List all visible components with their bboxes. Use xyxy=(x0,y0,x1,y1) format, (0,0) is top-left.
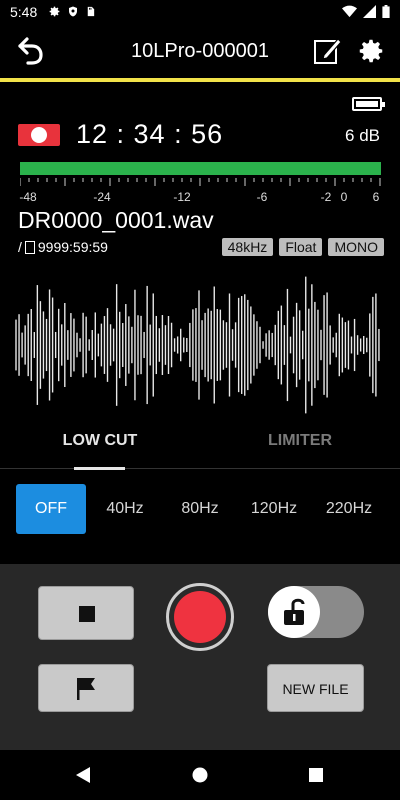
level-readout: 6 dB xyxy=(345,126,380,145)
accent-divider xyxy=(0,78,400,82)
wifi-icon xyxy=(342,5,357,18)
level-meter-ticks xyxy=(20,178,381,186)
system-nav-bar xyxy=(0,750,400,800)
gear-icon xyxy=(49,6,60,17)
record-icon xyxy=(174,591,226,643)
home-circle-icon[interactable] xyxy=(191,766,209,784)
bit-depth-badge: Float xyxy=(279,238,323,256)
settings-tabs: LOW CUT LIMITER xyxy=(0,420,400,468)
sample-rate-badge: 48kHz xyxy=(221,238,274,256)
status-bar: 5:48 xyxy=(0,0,400,24)
recents-square-icon[interactable] xyxy=(307,766,325,784)
low-cut-off-button[interactable]: OFF xyxy=(16,484,86,534)
level-meter-scale: -48 -24 -12 -6 -2 0 6 xyxy=(0,190,400,204)
low-cut-40hz-button[interactable]: 40Hz xyxy=(90,484,160,534)
new-file-label: NEW FILE xyxy=(282,681,349,697)
new-file-button[interactable]: NEW FILE xyxy=(267,664,364,712)
scale-label: -2 xyxy=(320,190,332,204)
tab-limiter[interactable]: LIMITER xyxy=(200,432,400,450)
tab-active-indicator xyxy=(74,467,125,470)
low-cut-220hz-button[interactable]: 220Hz xyxy=(312,484,386,534)
back-triangle-icon[interactable] xyxy=(74,766,92,784)
scale-label: 0 xyxy=(340,190,348,204)
stop-icon xyxy=(79,606,95,622)
format-badges: 48kHz Float MONO xyxy=(221,238,384,256)
record-button[interactable] xyxy=(166,583,234,651)
file-name: DR0000_0001.wav xyxy=(18,207,214,233)
lock-toggle[interactable] xyxy=(268,586,364,638)
tab-divider xyxy=(0,468,400,469)
flag-icon xyxy=(77,678,95,700)
file-icon xyxy=(24,240,35,254)
scale-label: -48 xyxy=(19,190,37,204)
level-meter-bar xyxy=(20,162,381,175)
device-battery-indicator xyxy=(352,97,385,111)
remaining-prefix: / xyxy=(18,239,22,255)
scale-label: 6 xyxy=(372,190,380,204)
recording-time: 12 : 34 : 56 xyxy=(76,119,224,149)
transport-controls: NEW FILE xyxy=(0,564,400,750)
channel-badge: MONO xyxy=(328,238,384,256)
remaining-time-value: 9999:59:59 xyxy=(37,239,108,255)
scale-label: -24 xyxy=(93,190,111,204)
scale-label: -6 xyxy=(256,190,268,204)
stop-button[interactable] xyxy=(38,586,134,640)
edit-icon[interactable] xyxy=(312,36,342,66)
tab-low-cut[interactable]: LOW CUT xyxy=(0,432,200,450)
status-time: 5:48 xyxy=(10,4,38,20)
mark-button[interactable] xyxy=(38,664,134,712)
battery-icon xyxy=(382,5,390,18)
unlock-icon xyxy=(284,598,305,625)
shield-icon xyxy=(69,6,77,17)
remaining-time: / 9999:59:59 xyxy=(18,239,108,255)
scale-label: -12 xyxy=(173,190,191,204)
signal-icon xyxy=(363,5,376,18)
waveform-display xyxy=(15,276,380,414)
sd-card-icon xyxy=(87,6,95,17)
low-cut-80hz-button[interactable]: 80Hz xyxy=(164,484,236,534)
low-cut-120hz-button[interactable]: 120Hz xyxy=(238,484,310,534)
settings-gear-icon[interactable] xyxy=(356,36,386,66)
low-cut-options: OFF 40Hz 80Hz 120Hz 220Hz xyxy=(0,484,400,534)
app-bar: 10LPro-000001 xyxy=(0,24,400,80)
record-status-icon xyxy=(18,124,60,146)
